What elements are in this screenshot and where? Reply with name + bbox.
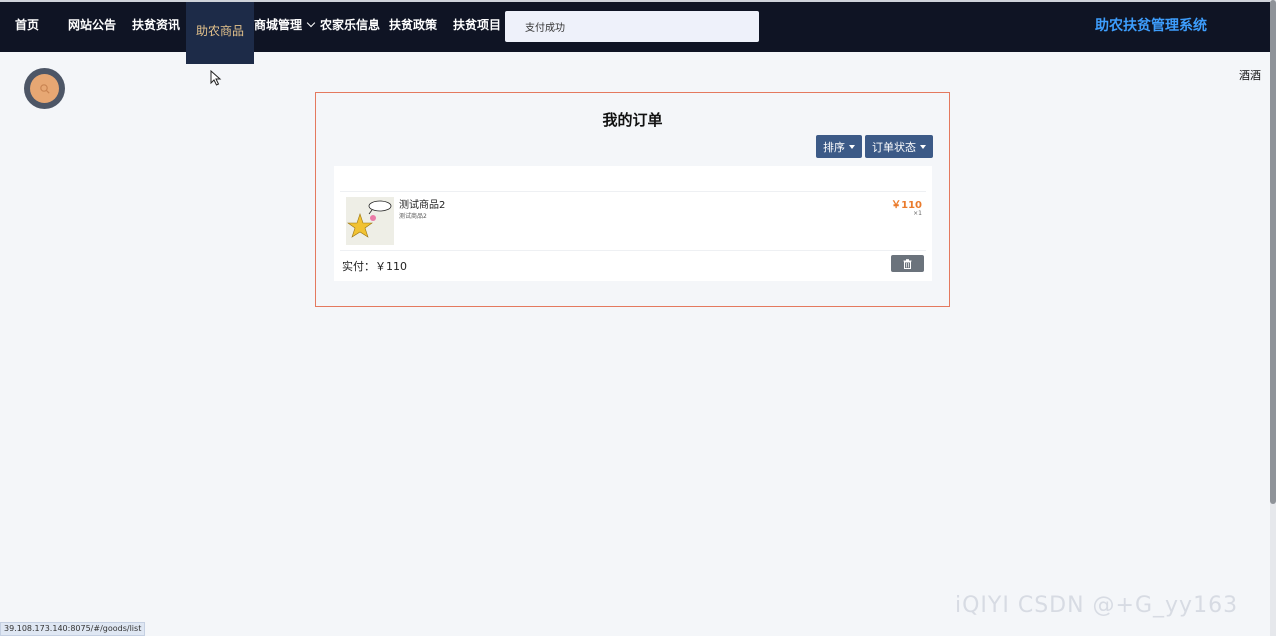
order-card: 测试商品2 测试商品2 ￥110 ×1 实付：￥110	[334, 166, 932, 281]
nav-agri-products[interactable]: 助农商品	[186, 2, 255, 64]
top-nav-bar: 首页 网站公告 扶贫资讯 助农商品 商城管理 农家乐信息 扶贫政策 扶贫项目 助…	[0, 0, 1276, 64]
watermark: iQIYI CSDN @+G_yy163	[955, 593, 1239, 618]
star-character-image	[347, 200, 392, 238]
order-status-label: 订单状态	[872, 140, 916, 154]
paid-amount: 实付：￥110	[342, 260, 407, 273]
mouse-pointer-icon	[210, 70, 222, 86]
product-subtitle: 测试商品2	[399, 213, 427, 220]
divider	[340, 191, 926, 192]
chevron-down-icon	[306, 18, 316, 28]
search-icon	[39, 83, 50, 94]
avatar[interactable]	[24, 68, 65, 109]
system-title: 助农扶贫管理系统	[1095, 18, 1207, 34]
caret-down-icon	[849, 144, 855, 149]
caret-down-icon	[920, 144, 926, 149]
nav-home[interactable]: 首页	[15, 2, 39, 52]
scrollbar-thumb[interactable]	[1270, 0, 1276, 504]
delete-order-button[interactable]	[891, 255, 924, 272]
order-panel: 我的订单 排序 订单状态 测试商品2 测试商品2 ￥110 ×1 实付：￥110	[315, 92, 950, 307]
sort-label: 排序	[823, 140, 845, 154]
product-thumbnail[interactable]	[346, 197, 394, 245]
nav-mall-management[interactable]: 商城管理	[254, 2, 316, 52]
nav-mall-management-label: 商城管理	[254, 18, 303, 32]
divider	[340, 250, 926, 251]
sort-dropdown-button[interactable]: 排序	[816, 135, 862, 158]
order-status-dropdown-button[interactable]: 订单状态	[865, 135, 933, 158]
trash-icon	[903, 258, 912, 269]
search-input[interactable]	[505, 11, 759, 42]
nav-poverty-projects[interactable]: 扶贫项目	[453, 2, 501, 52]
nav-poverty-policy[interactable]: 扶贫政策	[389, 2, 437, 52]
product-price: ￥110	[891, 200, 922, 211]
nav-poverty-news[interactable]: 扶贫资讯	[132, 2, 180, 52]
product-quantity: ×1	[913, 210, 922, 217]
product-name[interactable]: 测试商品2	[399, 196, 445, 211]
page-title: 我的订单	[602, 111, 663, 129]
nav-announcements[interactable]: 网站公告	[68, 2, 116, 52]
username[interactable]: 酒酒	[1239, 67, 1261, 83]
avatar-face	[30, 74, 59, 103]
status-url: 39.108.173.140:8075/#/goods/list	[0, 622, 146, 636]
nav-farmstay-info[interactable]: 农家乐信息	[320, 2, 380, 52]
